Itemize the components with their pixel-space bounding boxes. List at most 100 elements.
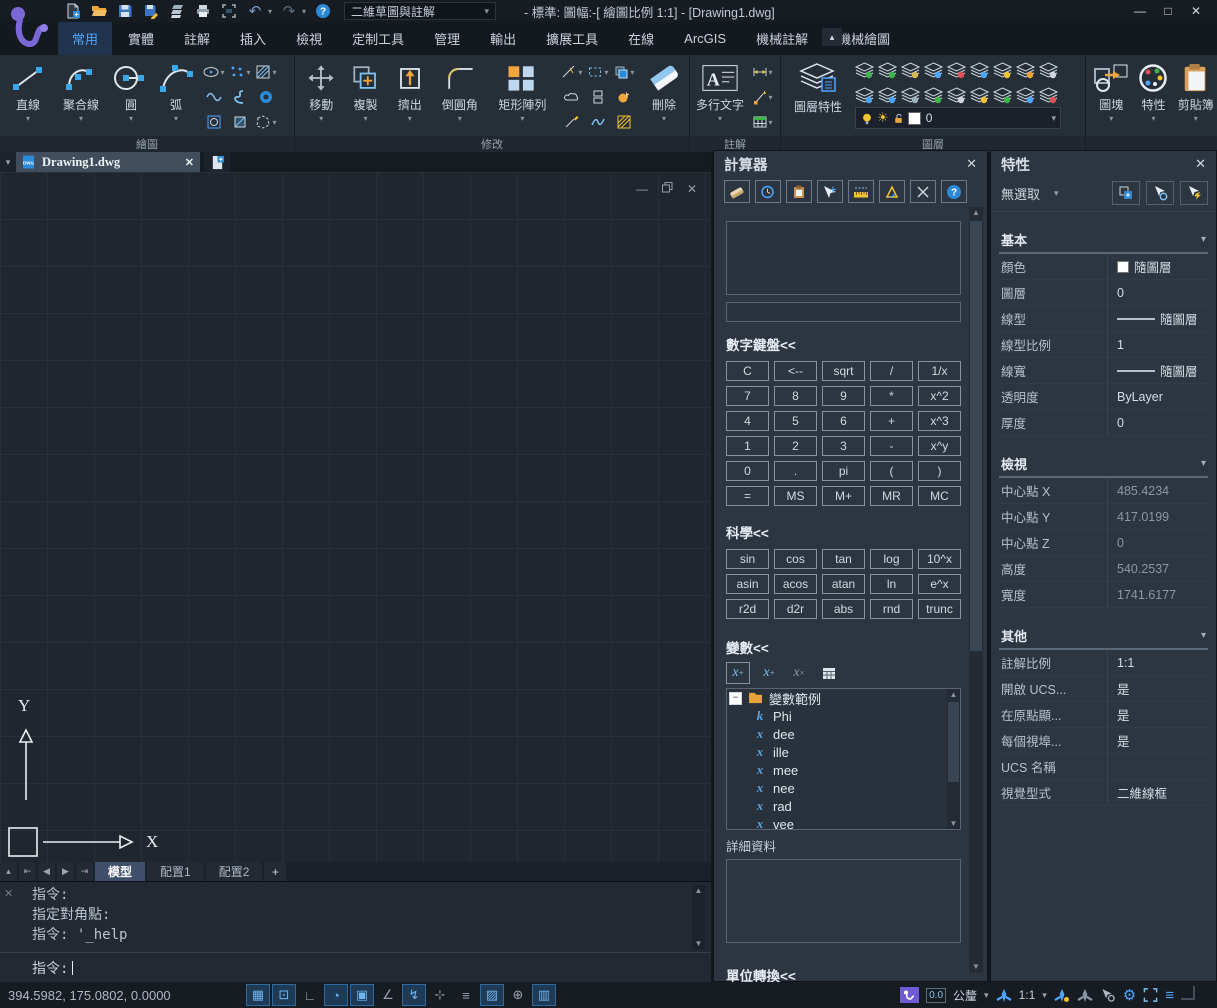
numpad-key-MC[interactable]: MC: [918, 486, 961, 506]
numpad-key-sqrt[interactable]: sqrt: [822, 361, 865, 381]
donut-icon[interactable]: [254, 86, 278, 108]
edit-variable-icon[interactable]: x+: [758, 663, 780, 683]
calculator-title-bar[interactable]: 計算器 ✕: [714, 151, 987, 177]
fullscreen-icon[interactable]: [1143, 988, 1158, 1002]
section-header-其他[interactable]: 其他▾: [999, 624, 1208, 650]
chevron-down-icon[interactable]: ▾: [220, 68, 224, 77]
layer-off-all-icon[interactable]: [1037, 84, 1059, 106]
chevron-down-icon[interactable]: ▾: [1201, 630, 1206, 641]
chevron-down-icon[interactable]: ▾: [769, 68, 773, 77]
scrollbar-thumb[interactable]: [970, 221, 982, 651]
grid-toggle[interactable]: ▦: [246, 984, 270, 1006]
delete-variable-icon[interactable]: x×: [788, 663, 810, 683]
property-value[interactable]: 隨圖層: [1108, 361, 1208, 380]
layer-off-icon[interactable]: [899, 59, 921, 81]
property-value[interactable]: 是: [1108, 731, 1208, 750]
layer-copy-icon[interactable]: [991, 84, 1013, 106]
numpad-key-+[interactable]: +: [870, 411, 913, 431]
layout-tab-模型[interactable]: 模型: [95, 862, 145, 881]
variables-section-header[interactable]: 變數<<: [726, 637, 965, 657]
region-icon[interactable]: [228, 111, 252, 133]
stretch-tool-button[interactable]: 擠出 ▾: [392, 57, 428, 135]
calculator-input-field[interactable]: [726, 302, 961, 322]
osnap-toggle[interactable]: ▣: [350, 984, 374, 1006]
section-header-基本[interactable]: 基本▾: [999, 228, 1208, 254]
scientific-key-d2r[interactable]: d2r: [774, 599, 817, 619]
properties-panel-button[interactable]: 特性 ▾: [1136, 57, 1172, 123]
layer-hide-icon[interactable]: [1037, 59, 1059, 81]
ellipse-icon[interactable]: ▾: [202, 61, 226, 83]
ortho-toggle[interactable]: ∟: [298, 984, 322, 1006]
layer-lock-icon[interactable]: [968, 59, 990, 81]
app-logo[interactable]: [6, 4, 54, 52]
calc-clear-icon[interactable]: [724, 180, 750, 203]
rectangle-icon[interactable]: ▾: [586, 61, 610, 83]
numpad-key-M+[interactable]: M+: [822, 486, 865, 506]
numpad-key-*[interactable]: *: [870, 386, 913, 406]
layer-walk-icon[interactable]: [876, 84, 898, 106]
calculator-history-box[interactable]: [726, 221, 961, 295]
chevron-down-icon[interactable]: ▾: [1201, 458, 1206, 469]
annotation-scale-label[interactable]: 1:1: [1019, 988, 1036, 1002]
array-tool-button[interactable]: 矩形陣列 ▾: [492, 57, 553, 135]
layer-move-icon[interactable]: [945, 84, 967, 106]
numpad-key-/[interactable]: /: [870, 361, 913, 381]
selection-type[interactable]: 無選取: [1001, 184, 1040, 203]
properties-title-bar[interactable]: 特性 ✕: [991, 151, 1216, 177]
ribbon-tab-在線[interactable]: 在線: [614, 22, 668, 55]
calc-distance-icon[interactable]: [848, 180, 874, 203]
revision-wave-icon[interactable]: [202, 86, 226, 108]
numpad-key-5[interactable]: 5: [774, 411, 817, 431]
chevron-down-icon[interactable]: ▾: [1201, 234, 1206, 245]
hatch-icon[interactable]: ▾: [254, 61, 278, 83]
resize-grip[interactable]: [1181, 986, 1195, 1000]
circle-tool-button[interactable]: 圓 ▾: [112, 57, 150, 135]
open-file-icon[interactable]: [88, 2, 110, 20]
help-icon[interactable]: ?: [312, 2, 334, 20]
property-value[interactable]: 1741.6177: [1108, 588, 1208, 602]
property-value[interactable]: 0: [1108, 286, 1208, 300]
menu-icon[interactable]: ≡: [1165, 987, 1174, 1004]
revision-cloud-icon[interactable]: [560, 86, 584, 108]
property-value[interactable]: 二維線框: [1108, 783, 1208, 802]
property-value[interactable]: 是: [1108, 705, 1208, 724]
units-label[interactable]: 公釐: [953, 987, 977, 1004]
wipeout-icon[interactable]: ▾: [254, 111, 278, 133]
scientific-key-rnd[interactable]: rnd: [870, 599, 913, 619]
line-tool-button[interactable]: 直線 ▾: [6, 57, 50, 135]
select-objects-icon[interactable]: [1180, 181, 1208, 205]
calc-history-icon[interactable]: [755, 180, 781, 203]
quick-select-icon[interactable]: [1146, 181, 1174, 205]
spline-icon[interactable]: [228, 86, 252, 108]
quick-properties-toggle[interactable]: ⊕: [506, 984, 530, 1006]
print-icon[interactable]: [192, 2, 214, 20]
selection-cycling-icon[interactable]: [1100, 988, 1116, 1003]
scientific-key-sin[interactable]: sin: [726, 549, 769, 569]
calc-help-icon[interactable]: ?: [941, 180, 967, 203]
numpad-key--[interactable]: -: [870, 436, 913, 456]
scientific-key-abs[interactable]: abs: [822, 599, 865, 619]
clipboard-panel-button[interactable]: 剪貼簿 ▾: [1175, 57, 1217, 123]
scientific-key-acos[interactable]: acos: [774, 574, 817, 594]
close-icon[interactable]: ✕: [966, 156, 977, 172]
property-value[interactable]: 540.2537: [1108, 562, 1208, 576]
layer-properties-icon[interactable]: [853, 84, 875, 106]
layer-merge-icon[interactable]: [922, 84, 944, 106]
scroll-down-icon[interactable]: ▼: [969, 961, 983, 973]
layout-tab-配置2[interactable]: 配置2: [206, 862, 263, 881]
ribbon-tab-輸出[interactable]: 輸出: [476, 22, 530, 55]
scientific-key-tan[interactable]: tan: [822, 549, 865, 569]
mtext-tool-button[interactable]: A 多行文字 ▾: [694, 57, 746, 135]
chevron-down-icon[interactable]: ▾: [302, 7, 306, 16]
variable-item[interactable]: xvee: [727, 815, 960, 830]
numpad-key-9[interactable]: 9: [822, 386, 865, 406]
numpad-key-)[interactable]: ): [918, 461, 961, 481]
layout-nav-last-icon[interactable]: ⇥: [76, 862, 93, 881]
variables-tree[interactable]: ▲ ▼ −變數範例kPhixdeexillexmeexneexradxvee: [726, 688, 961, 830]
scientific-key-asin[interactable]: asin: [726, 574, 769, 594]
calc-paste-icon[interactable]: [786, 180, 812, 203]
scientific-key-r2d[interactable]: r2d: [726, 599, 769, 619]
close-button[interactable]: ✕: [1185, 2, 1207, 20]
points-icon[interactable]: ▾: [228, 61, 252, 83]
layout-nav-next-icon[interactable]: ▶: [57, 862, 74, 881]
